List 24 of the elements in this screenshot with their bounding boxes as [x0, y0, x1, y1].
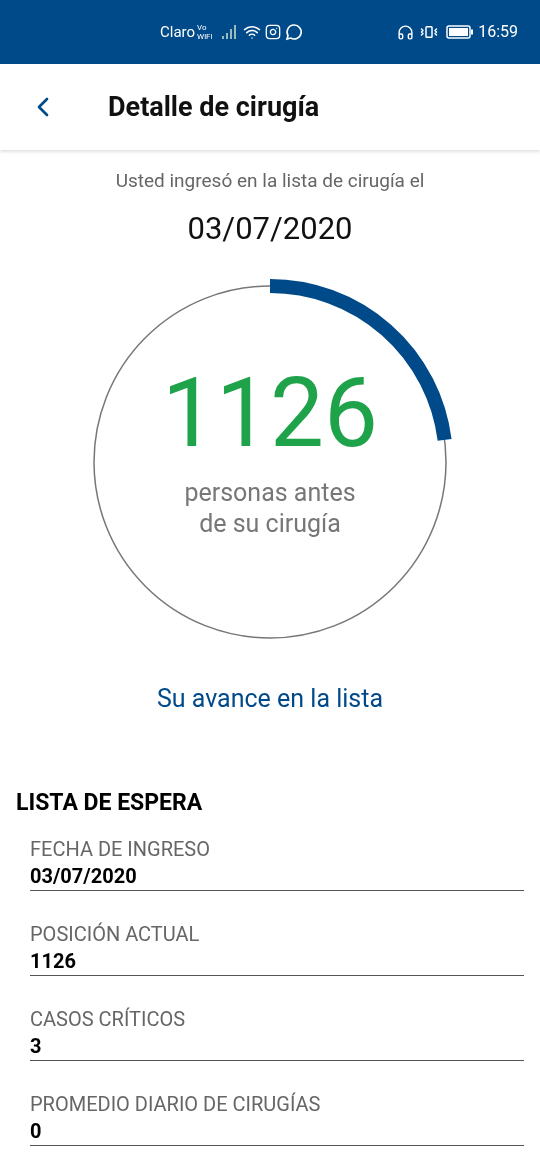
field-value: 1126: [30, 948, 77, 975]
intro-text: Usted ingresó en la lista de cirugía el: [115, 168, 425, 194]
field-label: PROMEDIO DIARIO DE CIRUGÍAS: [30, 1091, 322, 1117]
battery-icon: [446, 25, 475, 39]
screen-title: Detalle de cirugía: [108, 89, 320, 125]
wifi-icon: [243, 23, 262, 41]
instagram-icon: [265, 24, 282, 40]
wifi-calling-label: Vo WiFi: [197, 23, 214, 41]
chat-bubble-icon: [285, 23, 304, 41]
field-label: CASOS CRÍTICOS: [30, 1006, 187, 1032]
field-value: 3: [30, 1033, 43, 1060]
time-label: 16:59: [478, 21, 518, 43]
entry-date: 03/07/2020: [187, 208, 353, 249]
field-label: FECHA DE INGRESO: [30, 836, 211, 862]
field-value: 0: [30, 1118, 43, 1145]
queue-caption: personas antes de su cirugía: [184, 477, 356, 539]
headphones-icon: [397, 23, 415, 41]
queue-count: 1126: [162, 365, 378, 461]
progress-link[interactable]: Su avance en la lista: [156, 680, 384, 718]
vibrate-icon: [420, 23, 439, 41]
section-title: LISTA DE ESPERA: [16, 787, 204, 818]
field-value: 03/07/2020: [30, 863, 138, 890]
field-label: POSICIÓN ACTUAL: [30, 921, 201, 947]
carrier-label: Claro: [160, 21, 196, 43]
